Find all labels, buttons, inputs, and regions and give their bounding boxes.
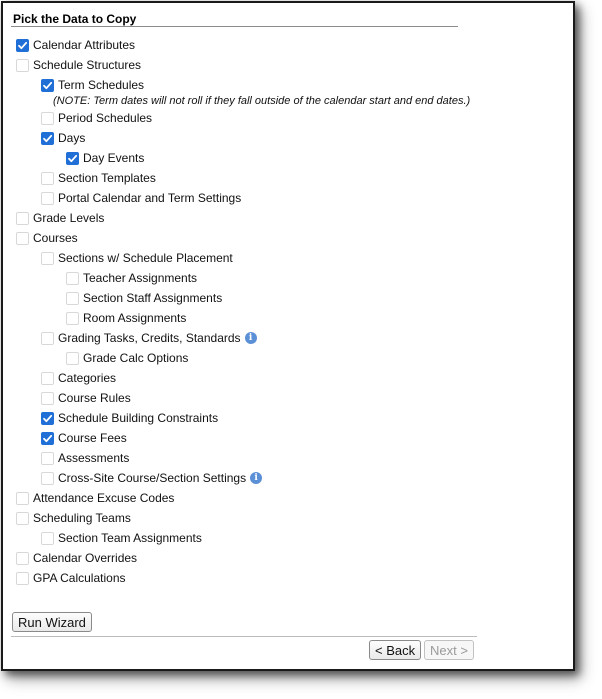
option-label: Section Templates bbox=[58, 171, 156, 185]
checkbox-day-events[interactable] bbox=[66, 151, 79, 165]
option-row-cross-site-course-section-settings[interactable]: Cross-Site Course/Section Settings i bbox=[41, 470, 263, 486]
option-label: Term Schedules bbox=[58, 78, 145, 92]
option-row-day-events[interactable]: Day Events bbox=[66, 150, 144, 166]
option-row-room-assignments[interactable]: Room Assignments bbox=[66, 310, 186, 326]
option-row-grade-levels[interactable]: Grade Levels bbox=[16, 210, 104, 226]
checkbox-courses[interactable] bbox=[16, 231, 29, 245]
option-label: Portal Calendar and Term Settings bbox=[58, 191, 242, 205]
checkbox-period-schedules[interactable] bbox=[41, 111, 54, 125]
option-row-grade-calc-options[interactable]: Grade Calc Options bbox=[66, 350, 188, 366]
option-label: Courses bbox=[33, 231, 78, 245]
option-row-section-team-assignments[interactable]: Section Team Assignments bbox=[41, 530, 202, 546]
checkbox-section-staff-assignments[interactable] bbox=[66, 291, 79, 305]
checkbox-grading-tasks-credits-standards[interactable] bbox=[41, 331, 54, 345]
option-label: Day Events bbox=[83, 151, 145, 165]
option-label: Days bbox=[58, 131, 86, 145]
option-label: Grade Calc Options bbox=[83, 351, 189, 365]
back-button[interactable]: < Back bbox=[369, 640, 422, 660]
option-row-scheduling-teams[interactable]: Scheduling Teams bbox=[16, 510, 131, 526]
option-row-course-rules[interactable]: Course Rules bbox=[41, 390, 131, 406]
checkbox-assessments[interactable] bbox=[41, 451, 54, 465]
option-label: Attendance Excuse Codes bbox=[33, 491, 175, 505]
checkbox-attendance-excuse-codes[interactable] bbox=[16, 491, 29, 505]
option-row-section-templates[interactable]: Section Templates bbox=[41, 170, 156, 186]
option-row-schedule-building-constraints[interactable]: Schedule Building Constraints bbox=[41, 410, 218, 426]
checkbox-grade-calc-options[interactable] bbox=[66, 351, 79, 365]
option-row-schedule-structures[interactable]: Schedule Structures bbox=[16, 57, 141, 73]
checkbox-calendar-overrides[interactable] bbox=[16, 551, 29, 565]
option-label: Room Assignments bbox=[83, 311, 187, 325]
title-divider bbox=[11, 26, 458, 27]
option-row-portal-calendar-and-term-settings[interactable]: Portal Calendar and Term Settings bbox=[41, 190, 241, 206]
section-title: Pick the Data to Copy bbox=[13, 12, 137, 26]
checkbox-scheduling-teams[interactable] bbox=[16, 511, 29, 525]
option-label: Section Staff Assignments bbox=[83, 291, 223, 305]
option-row-section-staff-assignments[interactable]: Section Staff Assignments bbox=[66, 290, 222, 306]
checkbox-days[interactable] bbox=[41, 131, 54, 145]
option-row-period-schedules[interactable]: Period Schedules bbox=[41, 110, 152, 126]
checkbox-cross-site-course-section-settings[interactable] bbox=[41, 471, 54, 485]
checkbox-teacher-assignments[interactable] bbox=[66, 271, 79, 285]
info-icon[interactable]: i bbox=[244, 332, 257, 344]
option-label: Course Rules bbox=[58, 391, 131, 405]
option-row-calendar-attributes[interactable]: Calendar Attributes bbox=[16, 37, 135, 53]
next-button[interactable]: Next > bbox=[424, 640, 474, 660]
checkbox-categories[interactable] bbox=[41, 371, 54, 385]
checkbox-grade-levels[interactable] bbox=[16, 211, 29, 225]
checkbox-schedule-building-constraints[interactable] bbox=[41, 411, 54, 425]
option-label: Categories bbox=[58, 371, 117, 385]
option-label: Period Schedules bbox=[58, 111, 153, 125]
option-label: Grading Tasks, Credits, Standards bbox=[58, 331, 241, 345]
option-label: Calendar Overrides bbox=[33, 551, 138, 565]
checkbox-portal-calendar-and-term-settings[interactable] bbox=[41, 191, 54, 205]
wizard-panel: Pick the Data to Copy Calendar Attribute… bbox=[1, 1, 575, 671]
checkbox-room-assignments[interactable] bbox=[66, 311, 79, 325]
option-row-teacher-assignments[interactable]: Teacher Assignments bbox=[66, 270, 197, 286]
option-row-categories[interactable]: Categories bbox=[41, 370, 116, 386]
footer-divider bbox=[11, 636, 477, 637]
term-dates-note: (NOTE: Term dates will not roll if they … bbox=[53, 95, 471, 107]
option-label: Scheduling Teams bbox=[33, 511, 131, 525]
run-wizard-button[interactable]: Run Wizard bbox=[12, 612, 92, 632]
option-label: Schedule Structures bbox=[33, 58, 142, 72]
option-row-term-schedules[interactable]: Term Schedules bbox=[41, 77, 144, 93]
checkbox-section-team-assignments[interactable] bbox=[41, 531, 54, 545]
option-label: Sections w/ Schedule Placement bbox=[58, 251, 233, 265]
option-row-days[interactable]: Days bbox=[41, 130, 85, 146]
option-label: Schedule Building Constraints bbox=[58, 411, 219, 425]
checkbox-sections-w-schedule-placement[interactable] bbox=[41, 251, 54, 265]
option-label: Cross-Site Course/Section Settings bbox=[58, 471, 247, 485]
checkbox-term-schedules[interactable] bbox=[41, 78, 54, 92]
option-row-grading-tasks-credits-standards[interactable]: Grading Tasks, Credits, Standards i bbox=[41, 330, 257, 346]
checkbox-course-fees[interactable] bbox=[41, 431, 54, 445]
option-row-calendar-overrides[interactable]: Calendar Overrides bbox=[16, 550, 137, 566]
option-row-gpa-calculations[interactable]: GPA Calculations bbox=[16, 570, 126, 586]
checkbox-gpa-calculations[interactable] bbox=[16, 571, 29, 585]
option-label: Assessments bbox=[58, 451, 130, 465]
checkbox-schedule-structures[interactable] bbox=[16, 58, 29, 72]
option-row-course-fees[interactable]: Course Fees bbox=[41, 430, 127, 446]
checkbox-course-rules[interactable] bbox=[41, 391, 54, 405]
option-label: Section Team Assignments bbox=[58, 531, 202, 545]
option-label: Grade Levels bbox=[33, 211, 105, 225]
checkbox-calendar-attributes[interactable] bbox=[16, 38, 29, 52]
option-row-courses[interactable]: Courses bbox=[16, 230, 78, 246]
checkbox-section-templates[interactable] bbox=[41, 171, 54, 185]
option-label: GPA Calculations bbox=[33, 571, 126, 585]
option-row-assessments[interactable]: Assessments bbox=[41, 450, 129, 466]
option-label: Teacher Assignments bbox=[83, 271, 198, 285]
option-row-attendance-excuse-codes[interactable]: Attendance Excuse Codes bbox=[16, 490, 174, 506]
info-icon[interactable]: i bbox=[250, 472, 263, 484]
option-row-sections-w-schedule-placement[interactable]: Sections w/ Schedule Placement bbox=[41, 250, 233, 266]
option-label: Calendar Attributes bbox=[33, 38, 136, 52]
option-label: Course Fees bbox=[58, 431, 127, 445]
